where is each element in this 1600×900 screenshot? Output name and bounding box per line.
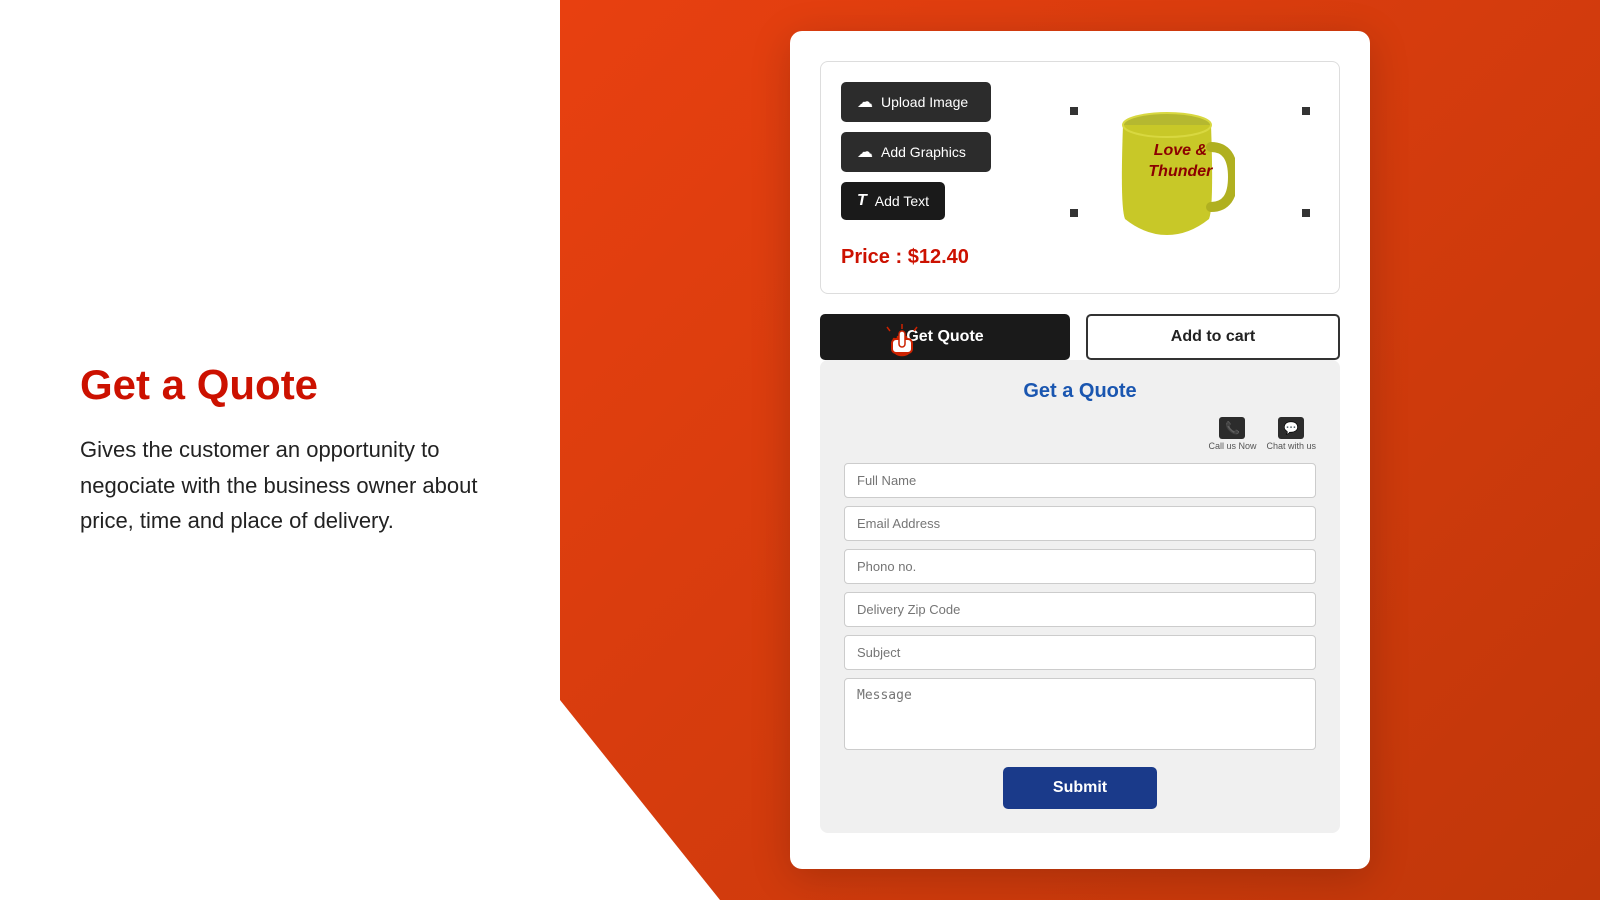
get-quote-button[interactable]: Get Quote [820,314,1070,360]
submit-button[interactable]: Submit [1003,767,1157,809]
corner-handle-br [1301,208,1311,218]
contact-icons: 📞 Call us Now 💬 Chat with us [844,417,1316,451]
modal-card: Upload Image Add Graphics Add Text Price… [790,31,1370,869]
email-input[interactable] [844,506,1316,541]
corner-handle-tl [1069,106,1079,116]
upload-image-button[interactable]: Upload Image [841,82,991,122]
add-graphics-button[interactable]: Add Graphics [841,132,991,172]
corner-handle-tr [1301,106,1311,116]
message-textarea[interactable] [844,678,1316,750]
mug-display: Love & Thunder [1011,82,1319,242]
right-panel: Upload Image Add Graphics Add Text Price… [560,11,1600,889]
cursor-icon [884,321,920,370]
quote-form-section: Get a Quote 📞 Call us Now 💬 Chat with us [820,360,1340,833]
subject-input[interactable] [844,635,1316,670]
page-title: Get a Quote [80,362,480,408]
zip-input[interactable] [844,592,1316,627]
full-name-input[interactable] [844,463,1316,498]
page-description: Gives the customer an opportunity to neg… [80,432,480,538]
chat-icon: 💬 [1278,417,1304,439]
graphics-icon [857,142,873,162]
add-to-cart-button[interactable]: Add to cart [1086,314,1340,360]
form-title: Get a Quote [844,380,1316,403]
chat-button[interactable]: 💬 Chat with us [1266,417,1316,451]
call-us-button[interactable]: 📞 Call us Now [1208,417,1256,451]
price-label: Price : $12.40 [841,246,991,269]
upload-icon [857,92,873,112]
product-section: Upload Image Add Graphics Add Text Price… [820,61,1340,294]
corner-handle-bl [1069,208,1079,218]
phone-input[interactable] [844,549,1316,584]
action-row: Get Quote Add to cart [820,314,1340,360]
phone-icon: 📞 [1219,417,1245,439]
add-text-button[interactable]: Add Text [841,182,945,220]
tool-buttons: Upload Image Add Graphics Add Text Price… [841,82,991,269]
text-icon [857,192,867,210]
mug-svg [1095,87,1235,237]
left-panel: Get a Quote Gives the customer an opport… [0,302,560,598]
